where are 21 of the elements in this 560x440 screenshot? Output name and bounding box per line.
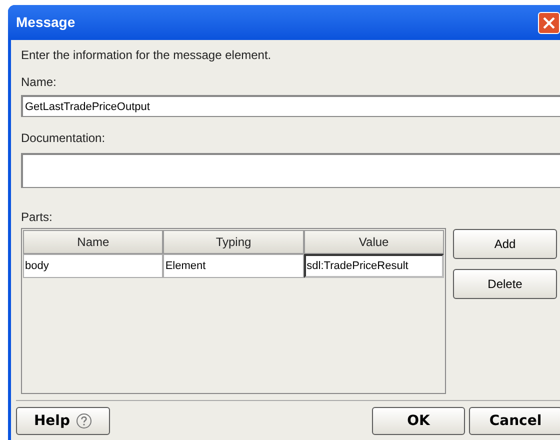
delete-button[interactable]: Delete <box>453 269 557 299</box>
window-title: Message <box>16 13 76 32</box>
column-header[interactable]: Name <box>23 230 164 254</box>
instruction-text: Enter the information for the message element. <box>21 47 272 64</box>
name-label: Name: <box>21 74 58 91</box>
table-cell[interactable]: sdl:TradePriceResult <box>304 254 444 278</box>
close-icon <box>543 16 555 28</box>
column-header[interactable]: Value <box>304 230 444 254</box>
documentation-field[interactable] <box>21 153 560 188</box>
help-button[interactable]: Help <box>16 407 110 435</box>
add-button[interactable]: Add <box>453 229 557 259</box>
name-field[interactable]: GetLastTradePriceOutput <box>21 95 560 117</box>
ok-button[interactable]: OK <box>372 407 465 435</box>
parts-label: Parts: <box>21 209 54 226</box>
help-icon <box>76 413 92 429</box>
cancel-button[interactable]: Cancel <box>469 407 560 435</box>
close-button[interactable] <box>538 12 560 34</box>
table-cell[interactable]: body <box>23 254 164 278</box>
documentation-label: Documentation: <box>21 130 106 147</box>
table-cell[interactable]: Element <box>163 254 304 278</box>
column-header[interactable]: Typing <box>163 230 304 254</box>
